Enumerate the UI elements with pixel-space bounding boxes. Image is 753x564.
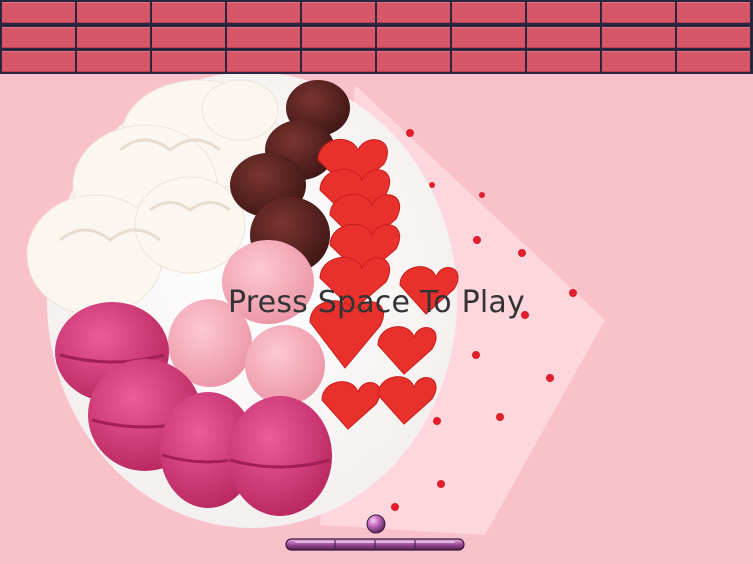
brick: [677, 26, 750, 48]
brick: [227, 51, 300, 73]
brick: [377, 51, 450, 73]
brick: [2, 2, 75, 23]
brick: [452, 2, 525, 23]
brick: [677, 51, 750, 73]
brick: [77, 51, 150, 73]
paddle-icon[interactable]: [285, 537, 465, 552]
dessert-background: [0, 0, 753, 564]
ball-icon: [366, 514, 386, 534]
brick: [527, 51, 600, 73]
brick: [377, 2, 450, 23]
brick: [152, 2, 225, 23]
brick: [677, 2, 750, 23]
brick: [602, 2, 675, 23]
brick: [77, 2, 150, 23]
brick: [302, 51, 375, 73]
brick: [227, 26, 300, 48]
brick: [452, 26, 525, 48]
brick: [227, 2, 300, 23]
brick-wall: [0, 0, 753, 74]
brick: [527, 26, 600, 48]
start-prompt: Press Space To Play: [228, 285, 525, 320]
brick: [302, 2, 375, 23]
brick: [152, 26, 225, 48]
brick: [602, 51, 675, 73]
brick: [77, 26, 150, 48]
brick: [302, 26, 375, 48]
brick: [2, 26, 75, 48]
brick: [527, 2, 600, 23]
brick: [2, 51, 75, 73]
brick: [602, 26, 675, 48]
brick: [152, 51, 225, 73]
game-canvas[interactable]: Press Space To Play: [0, 0, 753, 564]
brick: [452, 51, 525, 73]
brick: [377, 26, 450, 48]
